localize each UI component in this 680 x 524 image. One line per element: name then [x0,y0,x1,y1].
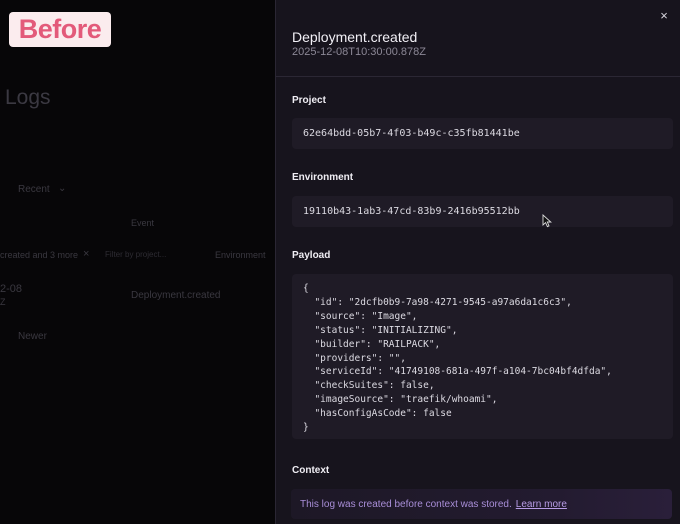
row-date-suffix: Z [0,297,6,307]
event-filter-tag[interactable]: created and 3 more [0,250,78,260]
row-event[interactable]: Deployment.created [131,290,221,301]
project-value: 62e64bdd-05b7-4f03-b49c-c35fb81441be [292,118,673,149]
log-detail-panel: × Deployment.created 2025-12-08T10:30:00… [275,0,680,524]
mouse-cursor-icon [542,214,552,228]
row-date: 2-08 [0,283,23,295]
before-badge: Before [9,12,111,47]
environment-label: Environment [292,172,354,183]
background-page: Logs Recent ⌄ Event created and 3 more ×… [0,0,275,524]
panel-timestamp: 2025-12-08T10:30:00.878Z [292,46,426,58]
newer-button[interactable]: Newer [18,331,47,342]
page-title: Logs [5,86,51,109]
payload-label: Payload [292,250,331,261]
context-notice: This log was created before context was … [291,489,672,519]
environment-id: 19110b43-1ab3-47cd-83b9-2416b95512bb [303,206,520,217]
environment-column-header: Environment [215,250,266,260]
payload-json: { "id": "2dcfb0b9-7a98-4271-9545-a97a6da… [303,283,612,434]
project-filter-input[interactable]: Filter by project... [105,250,166,259]
panel-title: Deployment.created [292,29,418,45]
project-label: Project [292,95,326,106]
event-column-header: Event [131,218,155,228]
before-badge-label: Before [18,14,102,44]
recent-filter[interactable]: Recent [18,184,50,195]
context-message: This log was created before context was … [300,498,512,510]
chevron-down-icon: ⌄ [58,183,67,194]
environment-value: 19110b43-1ab3-47cd-83b9-2416b95512bb [292,196,673,227]
payload-box: { "id": "2dcfb0b9-7a98-4271-9545-a97a6da… [292,274,673,439]
project-id: 62e64bdd-05b7-4f03-b49c-c35fb81441be [303,128,520,139]
close-icon[interactable]: × [656,8,672,24]
clear-filter-icon[interactable]: × [83,248,89,260]
learn-more-link[interactable]: Learn more [516,499,567,510]
context-label: Context [292,465,330,476]
divider [276,76,680,77]
